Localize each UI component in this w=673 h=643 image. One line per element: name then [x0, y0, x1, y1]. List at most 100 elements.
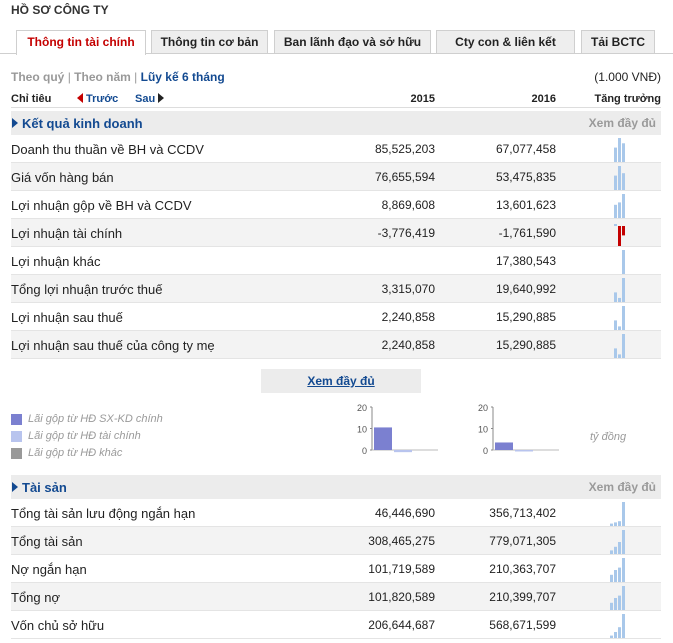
- year-2015-header: 2015: [410, 93, 435, 105]
- spark-bar: [622, 250, 625, 274]
- spark-bar: [622, 614, 625, 638]
- value-2016: -1,761,590: [498, 226, 556, 240]
- growth-sparkline: [614, 278, 625, 302]
- spark-bar: [614, 204, 617, 218]
- value-2015: -3,776,419: [377, 226, 435, 240]
- value-2015: 2,240,858: [381, 310, 435, 324]
- period-cumulative-link[interactable]: Lũy kế 6 tháng: [141, 70, 225, 84]
- legend-label: Lãi gộp từ HĐ tài chính: [28, 430, 141, 442]
- chart-tick-label: 20: [357, 403, 367, 413]
- tab-leadership-ownership[interactable]: Ban lãnh đạo và sở hữu: [274, 30, 431, 54]
- value-2016: 19,640,992: [495, 282, 556, 296]
- spark-bar: [610, 550, 613, 554]
- value-2015: 206,644,687: [368, 618, 435, 632]
- row-label: Lợi nhuận gộp về BH và CCDV: [11, 198, 192, 213]
- legend-swatch: [11, 448, 22, 459]
- row-label: Lợi nhuận tài chính: [11, 226, 123, 241]
- unit-label: (1.000 VNĐ): [594, 70, 661, 84]
- section-arrow-icon: [12, 482, 18, 492]
- table-row: Tổng tài sản 308,465,275 779,071,305: [11, 527, 661, 555]
- chart-tick-label: 10: [357, 425, 367, 435]
- growth-sparkline: [614, 194, 625, 218]
- row-label: Vốn chủ sở hữu: [11, 618, 105, 633]
- row-label: Lợi nhuận sau thuế của công ty mẹ: [11, 338, 215, 353]
- spark-bar: [618, 166, 621, 190]
- value-2015: 2,240,858: [381, 338, 435, 352]
- spark-bar: [622, 558, 625, 582]
- chart-bar: [374, 427, 392, 450]
- row-label: Tổng nợ: [11, 590, 60, 605]
- view-full-button[interactable]: Xem đầy đủ: [261, 369, 421, 393]
- value-2016: 210,399,707: [489, 590, 556, 604]
- value-2016: 568,671,599: [489, 618, 556, 632]
- legend-swatch: [11, 431, 22, 442]
- section-arrow-icon: [12, 118, 18, 128]
- view-full-business-link[interactable]: Xem đầy đủ: [589, 116, 656, 130]
- value-2016: 210,363,707: [489, 562, 556, 576]
- spark-bar: [618, 354, 621, 358]
- spark-bar: [622, 278, 625, 302]
- view-full-assets-link[interactable]: Xem đầy đủ: [589, 480, 656, 494]
- spark-bar: [614, 175, 617, 190]
- spark-bar: [622, 586, 625, 610]
- spark-bar: [614, 632, 617, 638]
- row-label: Doanh thu thuần về BH và CCDV: [11, 142, 204, 157]
- period-yearly-link[interactable]: Theo năm: [74, 70, 131, 84]
- growth-sparkline: [614, 166, 625, 190]
- indicator-header: Chỉ tiêu: [11, 93, 52, 105]
- row-label: Giá vốn hàng bán: [11, 170, 114, 185]
- growth-sparkline: [614, 224, 625, 246]
- value-2016: 67,077,458: [495, 142, 556, 156]
- spark-bar: [614, 522, 617, 526]
- legend-label: Lãi gộp từ HĐ SX-KD chính: [28, 413, 163, 425]
- table-row: Lợi nhuận khác 17,380,543: [11, 247, 661, 275]
- spark-bar: [614, 570, 617, 582]
- tab-financial-info[interactable]: Thông tin tài chính: [16, 30, 146, 55]
- spark-bar: [618, 297, 621, 302]
- period-quarterly-link[interactable]: Theo quý: [11, 70, 64, 84]
- value-2016: 15,290,885: [495, 310, 556, 324]
- spark-bar: [610, 602, 613, 610]
- spark-bar: [618, 521, 621, 526]
- spark-bar: [618, 627, 621, 638]
- value-2016: 17,380,543: [495, 254, 556, 268]
- spark-bar: [618, 326, 621, 330]
- chart-bar: [495, 442, 513, 450]
- growth-sparkline: [614, 306, 625, 330]
- spark-bar: [610, 523, 613, 526]
- table-row: Giá vốn hàng bán 76,655,594 53,475,835: [11, 163, 661, 191]
- spark-bar: [618, 595, 621, 610]
- value-2016: 779,071,305: [489, 534, 556, 548]
- spark-bar: [618, 202, 621, 218]
- growth-sparkline: [610, 586, 625, 610]
- spark-bar: [618, 542, 621, 554]
- growth-sparkline: [610, 614, 625, 638]
- spark-bar: [622, 334, 625, 358]
- spark-bar: [622, 143, 625, 162]
- row-label: Tổng tài sản: [11, 534, 83, 549]
- next-period-button[interactable]: Sau: [135, 93, 164, 105]
- value-2016: 15,290,885: [495, 338, 556, 352]
- tab-download-reports[interactable]: Tải BCTC: [581, 30, 655, 54]
- chart-bar: [394, 450, 412, 453]
- value-2015: 8,869,608: [381, 198, 435, 212]
- period-separator: |: [134, 70, 138, 84]
- spark-bar: [622, 226, 625, 236]
- spark-bar: [622, 306, 625, 330]
- tab-bar: Thông tin tài chính Thông tin cơ bản Ban…: [0, 30, 673, 55]
- legend-item: Lãi gộp từ HĐ SX-KD chính: [11, 413, 163, 430]
- chart-unit-label: tỷ đồng: [590, 431, 627, 443]
- tab-subsidiaries[interactable]: Cty con & liên kết: [436, 30, 575, 54]
- spark-bar: [614, 224, 617, 226]
- table-row: Tổng nợ 101,820,589 210,399,707: [11, 583, 661, 611]
- spark-bar: [618, 138, 621, 162]
- value-2016: 13,601,623: [495, 198, 556, 212]
- value-2015: 85,525,203: [374, 142, 435, 156]
- tab-basic-info[interactable]: Thông tin cơ bản: [151, 30, 268, 54]
- value-2016: 356,713,402: [489, 506, 556, 520]
- row-label: Nợ ngắn hạn: [11, 562, 87, 577]
- chart-legend: Lãi gộp từ HĐ SX-KD chính Lãi gộp từ HĐ …: [11, 413, 163, 464]
- profit-chart-2016: 20 10 0: [478, 403, 559, 456]
- chart-tick-label: 10: [478, 425, 488, 435]
- prev-period-button[interactable]: Trước: [77, 93, 118, 105]
